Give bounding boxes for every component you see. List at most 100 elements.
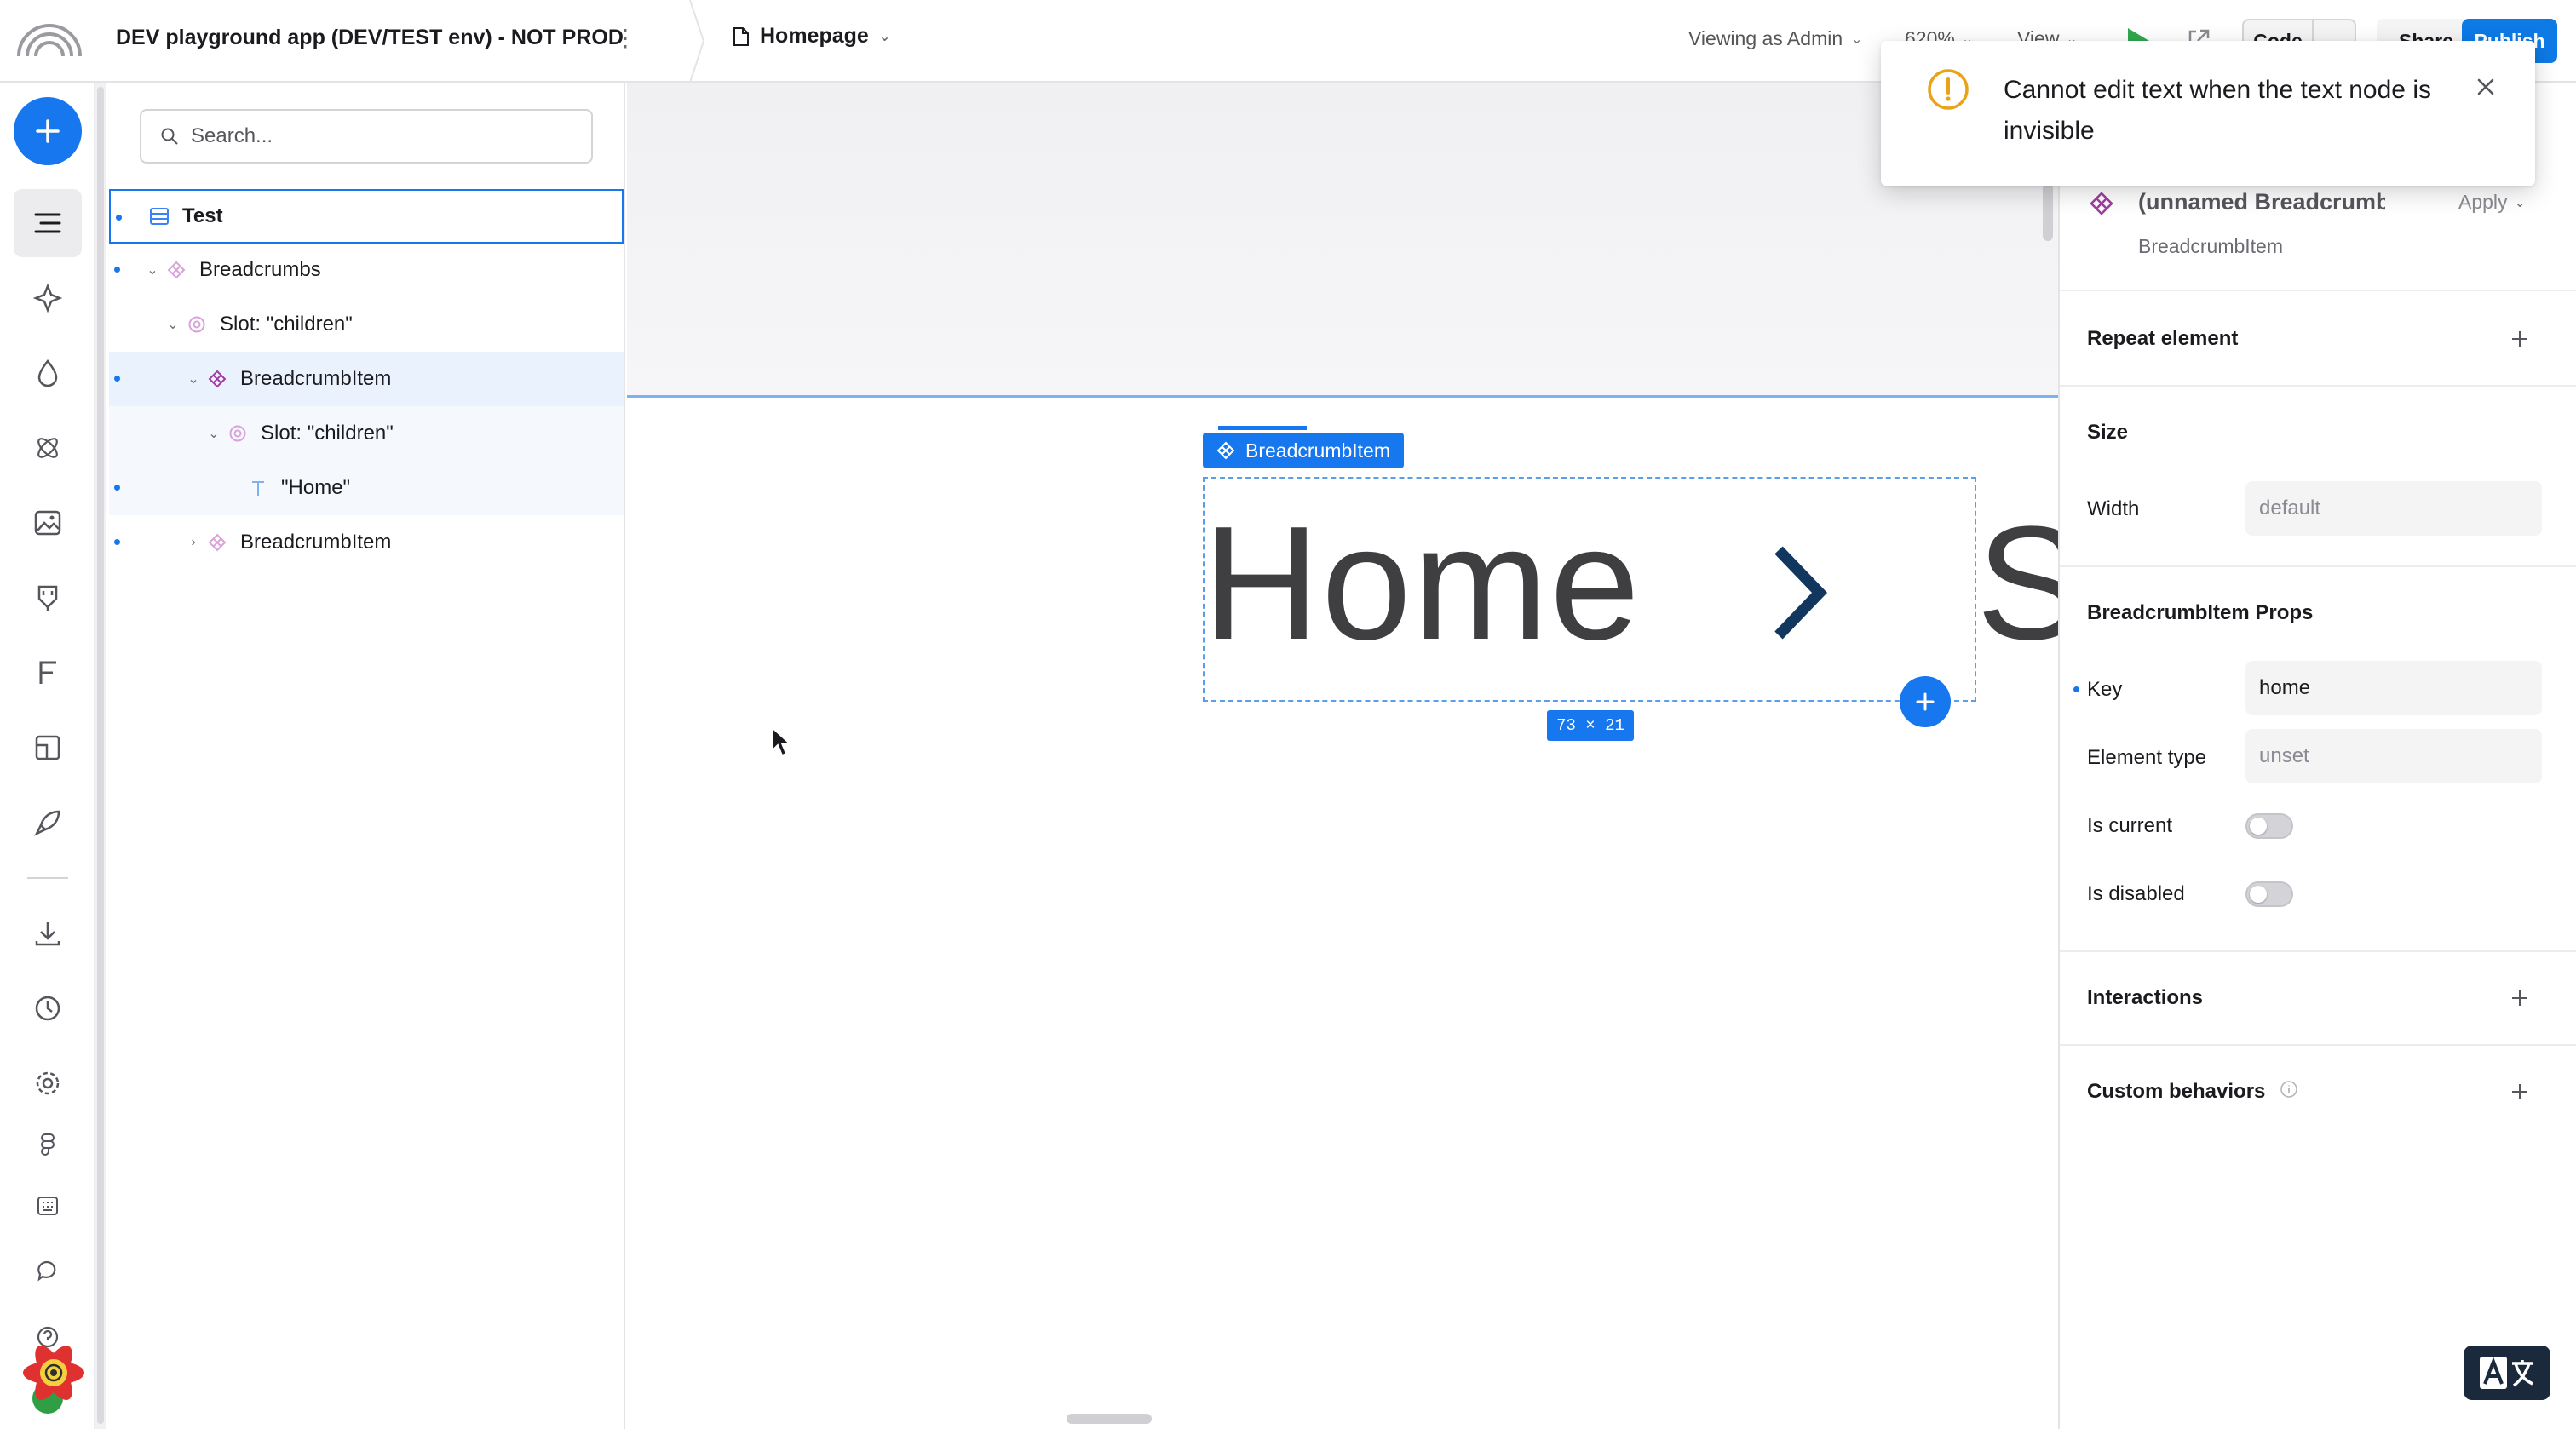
toast-message: Cannot edit text when the text node is i… <box>2004 76 2431 145</box>
images-icon[interactable] <box>26 501 70 545</box>
outline-icon[interactable] <box>26 201 70 245</box>
component-icon <box>1216 441 1235 460</box>
tree-item-slot-children-nested[interactable]: ⌄ Slot: "children" <box>109 406 624 461</box>
section-divider <box>2060 385 2576 387</box>
add-interaction-plus-icon[interactable] <box>2504 983 2535 1013</box>
rail-divider <box>27 877 68 879</box>
is-disabled-toggle[interactable] <box>2245 881 2293 907</box>
apply-dropdown[interactable]: Apply ⌄ <box>2458 191 2526 214</box>
canvas-vertical-scrollbar[interactable] <box>2043 183 2053 241</box>
section-divider <box>2060 950 2576 952</box>
page-icon <box>733 26 750 47</box>
deploy-icon[interactable] <box>26 801 70 845</box>
search-input[interactable] <box>191 124 549 148</box>
selection-tag[interactable]: BreadcrumbItem <box>1203 433 1405 468</box>
react-devtools-badge-icon[interactable] <box>15 1337 92 1414</box>
app-logo-icon[interactable] <box>15 17 83 60</box>
tree-item-breadcrumbitem[interactable]: › BreadcrumbItem <box>109 515 624 570</box>
left-panel-scroll-thumb[interactable] <box>97 87 104 1424</box>
selection-tag-label: BreadcrumbItem <box>1245 439 1391 462</box>
keyboard-icon[interactable] <box>26 1184 70 1228</box>
modified-indicator <box>114 485 120 491</box>
tree-item-breadcrumbs[interactable]: ⌄ Breadcrumbs <box>109 243 624 297</box>
viewing-as-dropdown[interactable]: Viewing as Admin ⌄ <box>1688 27 1863 50</box>
props-title: BreadcrumbItem Props <box>2087 601 2314 624</box>
chevron-down-icon[interactable]: ⌄ <box>184 370 203 387</box>
apply-label: Apply <box>2458 191 2508 213</box>
artboard-header-area <box>627 83 2058 396</box>
chevron-down-icon[interactable]: ⌄ <box>143 261 162 278</box>
interactions-title: Interactions <box>2087 986 2204 1009</box>
components-icon[interactable] <box>26 276 70 320</box>
figma-icon[interactable] <box>26 1122 70 1167</box>
tree-item-test[interactable]: Test <box>109 189 624 244</box>
is-disabled-label: Is disabled <box>2087 882 2185 905</box>
custom-behaviors-title: Custom behaviors <box>2087 1080 2266 1103</box>
chevron-down-icon[interactable]: ⌄ <box>204 425 223 442</box>
mouse-cursor-icon <box>770 726 792 758</box>
slot-icon <box>186 313 208 336</box>
repeat-element-title: Repeat element <box>2087 327 2239 350</box>
chevron-right-icon[interactable]: › <box>184 535 203 550</box>
tree-item-label: Slot: "children" <box>220 313 353 336</box>
page-icon <box>148 205 170 227</box>
component-icon <box>206 531 228 554</box>
insert-element-button[interactable] <box>1900 676 1951 727</box>
insert-icon[interactable] <box>26 576 70 620</box>
tree-item-label: Slot: "children" <box>261 422 394 445</box>
tree-item-label: "Home" <box>281 476 351 499</box>
component-icon <box>2089 191 2114 216</box>
component-icon <box>165 259 187 281</box>
warning-icon <box>1927 68 1969 111</box>
modified-indicator <box>2073 686 2079 692</box>
width-label: Width <box>2087 497 2140 520</box>
viewing-as-label: Viewing as Admin <box>1688 27 1843 49</box>
outline-search-field[interactable] <box>140 109 593 164</box>
plus-icon <box>1916 692 1935 711</box>
breadcrumb-next-text[interactable]: S <box>1976 502 2058 673</box>
comments-icon[interactable] <box>26 1248 70 1293</box>
project-menu-icon[interactable]: ⋮ <box>613 24 637 52</box>
tree-item-label: Breadcrumbs <box>199 258 321 281</box>
close-icon[interactable] <box>2470 72 2501 102</box>
element-name[interactable]: (unnamed BreadcrumbItem) <box>2138 189 2385 215</box>
fonts-icon[interactable] <box>26 651 70 695</box>
element-type-input[interactable]: unset <box>2245 729 2542 783</box>
download-icon[interactable] <box>26 911 70 956</box>
page-name: Homepage <box>760 24 869 48</box>
translate-icon[interactable] <box>2464 1346 2550 1400</box>
history-icon[interactable] <box>26 986 70 1030</box>
width-input[interactable]: default <box>2245 481 2542 536</box>
section-divider <box>2060 565 2576 567</box>
element-type-label: Element type <box>2087 746 2207 769</box>
section-divider <box>2060 1044 2576 1046</box>
tree-item-label: Test <box>182 204 223 227</box>
tokens-icon[interactable] <box>26 351 70 395</box>
dimensions-label: 73 × 21 <box>1547 710 1634 741</box>
tree-item-breadcrumbitem-selected[interactable]: ⌄ BreadcrumbItem <box>109 352 624 406</box>
hover-indicator <box>1218 426 1307 430</box>
chevron-down-icon: ⌄ <box>878 29 891 44</box>
info-icon[interactable] <box>2280 1080 2298 1099</box>
plus-icon <box>36 119 60 143</box>
canvas-horizontal-scrollbar[interactable] <box>1067 1414 1152 1424</box>
tree-item-label: BreadcrumbItem <box>240 367 392 390</box>
add-repeat-plus-icon[interactable] <box>2504 324 2535 354</box>
settings-icon[interactable] <box>26 1061 70 1105</box>
tree-item-slot-children[interactable]: ⌄ Slot: "children" <box>109 297 624 352</box>
project-title[interactable]: DEV playground app (DEV/TEST env) - NOT … <box>116 26 624 50</box>
page-selector[interactable]: Homepage ⌄ <box>733 24 890 49</box>
text-icon <box>247 477 269 499</box>
breadcrumb-divider <box>688 0 705 83</box>
modified-indicator <box>114 376 120 382</box>
chevron-down-icon: ⌄ <box>1851 32 1863 47</box>
tree-item-text-home[interactable]: "Home" <box>109 461 624 515</box>
add-element-button[interactable] <box>14 97 82 165</box>
pages-icon[interactable] <box>26 726 70 770</box>
add-behavior-plus-icon[interactable] <box>2504 1076 2535 1107</box>
key-input[interactable]: home <box>2245 661 2542 715</box>
chevron-down-icon[interactable]: ⌄ <box>164 316 182 333</box>
react-component-icon[interactable] <box>26 426 70 470</box>
component-type-label: BreadcrumbItem <box>2138 235 2284 257</box>
is-current-toggle[interactable] <box>2245 813 2293 839</box>
